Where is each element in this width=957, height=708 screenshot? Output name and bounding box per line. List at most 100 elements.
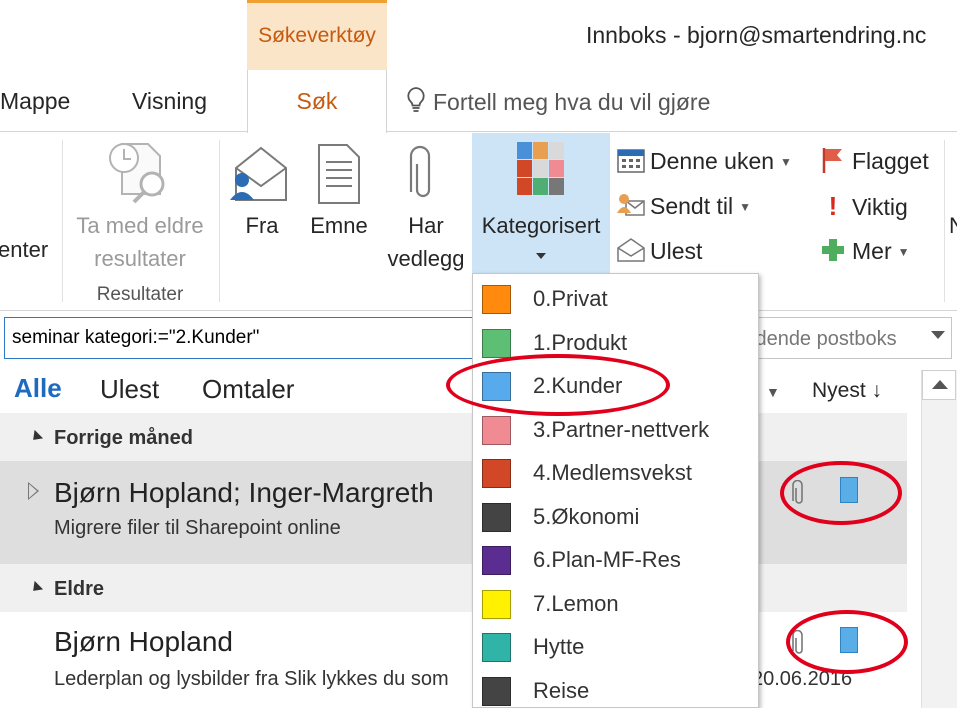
category-label: 1.Produkt <box>533 330 628 355</box>
from-button-label[interactable]: Fra <box>232 209 292 242</box>
more-label: Mer <box>852 238 892 264</box>
category-label: 3.Partner-nettverk <box>533 417 710 442</box>
category-label: 4.Medlemsvekst <box>533 460 692 485</box>
category-label: Hytte <box>533 634 585 659</box>
scroll-up-button[interactable] <box>922 370 956 400</box>
unread-label: Ulest <box>650 238 703 264</box>
from-envelope-icon <box>230 146 287 201</box>
tell-me-label: Fortell meg hva du vil gjøre <box>433 89 711 115</box>
collapse-icon[interactable] <box>28 429 44 445</box>
older-results-label-2[interactable]: resultater <box>68 242 212 275</box>
categorized-button[interactable]: Kategorisert <box>472 133 610 273</box>
more-button[interactable]: Mer ▼ <box>818 236 910 265</box>
subject-document-icon <box>318 144 360 204</box>
annotation-ring <box>446 354 670 416</box>
mail-subject: Lederplan og lysbilder fra Slik lykkes d… <box>54 668 449 690</box>
older-results-label-1[interactable]: Ta med eldre <box>68 209 212 242</box>
ribbon-separator <box>62 140 63 302</box>
chevron-down-icon: ▼ <box>780 155 792 169</box>
category-item-hytte[interactable]: Hytte <box>473 626 758 669</box>
category-item-lemon[interactable]: 7.Lemon <box>473 583 758 626</box>
sort-order[interactable]: Nyest ↓ <box>812 379 882 403</box>
search-tools-contextual-tab[interactable]: Søkeverktøy <box>247 0 387 70</box>
category-color-swatch <box>482 459 511 488</box>
chevron-down-icon: ▼ <box>897 245 910 259</box>
category-item-okonomi[interactable]: 5.Økonomi <box>473 496 758 539</box>
chevron-down-icon <box>931 331 945 339</box>
flagged-label: Flagget <box>852 148 929 174</box>
flag-icon <box>822 148 842 173</box>
expand-conversation-icon[interactable] <box>28 482 39 500</box>
mail-sender: Bjørn Hopland; Inger-Margreth <box>54 477 434 508</box>
chevron-down-icon[interactable]: ▼ <box>766 384 780 400</box>
mail-item[interactable]: Bjørn Hopland; Inger-Margreth Migrere fi… <box>0 461 907 564</box>
category-grid-icon <box>517 142 564 195</box>
envelope-icon <box>617 238 645 262</box>
this-week-button[interactable]: Denne uken ▼ <box>616 146 792 175</box>
group-header-older[interactable]: Eldre <box>0 564 907 612</box>
sent-to-icon <box>617 194 645 216</box>
search-scope-label: ldende postboks <box>751 328 897 350</box>
ribbon-cut-label[interactable]: enter <box>0 233 48 266</box>
group-header-last-month[interactable]: Forrige måned <box>0 413 907 461</box>
category-color-swatch <box>482 285 511 314</box>
sent-to-button[interactable]: Sendt til ▼ <box>616 191 751 220</box>
ribbon-separator <box>219 140 220 302</box>
category-item-partner-nettverk[interactable]: 3.Partner-nettverk <box>473 409 758 452</box>
this-week-label: Denne uken <box>650 148 775 174</box>
mail-item[interactable]: Bjørn Hopland Lederplan og lysbilder fra… <box>0 612 907 708</box>
category-color-swatch <box>482 546 511 575</box>
subject-button-label[interactable]: Emne <box>300 209 378 242</box>
category-item-medlemsvekst[interactable]: 4.Medlemsvekst <box>473 452 758 495</box>
filter-all[interactable]: Alle <box>14 373 62 404</box>
category-color-swatch <box>482 416 511 445</box>
category-color-swatch <box>482 590 511 619</box>
category-dropdown-menu: 0.Privat 1.Produkt 2.Kunder 3.Partner-ne… <box>472 273 759 708</box>
tab-visning[interactable]: Visning <box>132 88 207 115</box>
categorized-button-label: Kategorisert <box>481 213 601 238</box>
chevron-down-icon: ▼ <box>739 200 751 214</box>
category-label: 5.Økonomi <box>533 504 640 529</box>
flagged-button[interactable]: Flagget <box>818 146 929 175</box>
calendar-icon <box>617 149 645 173</box>
tab-mappe[interactable]: Mappe <box>0 88 70 115</box>
category-label: Reise <box>533 678 590 703</box>
annotation-ring <box>786 610 908 674</box>
search-input[interactable]: seminar kategori:="2.Kunder" <box>4 317 474 359</box>
lightbulb-icon <box>407 87 425 112</box>
category-color-swatch <box>482 503 511 532</box>
unread-button[interactable]: Ulest <box>616 236 702 265</box>
mail-sender: Bjørn Hopland <box>54 626 233 657</box>
group-header-label: Eldre <box>54 578 105 600</box>
filter-mentions[interactable]: Omtaler <box>202 374 294 405</box>
category-item-privat[interactable]: 0.Privat <box>473 278 758 321</box>
sent-to-label: Sendt til <box>650 193 734 219</box>
mail-subject: Migrere filer til Sharepoint online <box>54 517 341 539</box>
older-results-icon <box>109 143 165 204</box>
attachment-button-label-2[interactable]: vedlegg <box>376 242 476 275</box>
ribbon-cut-right[interactable]: N <box>949 209 957 242</box>
category-color-swatch <box>482 329 511 358</box>
category-color-swatch <box>482 677 511 706</box>
scrollbar[interactable] <box>921 370 957 708</box>
category-label: 6.Plan-MF-Res <box>533 547 681 572</box>
exclamation-icon: ! <box>828 191 838 221</box>
tell-me-search[interactable]: Fortell meg hva du vil gjøre <box>405 86 710 116</box>
category-label: 7.Lemon <box>533 591 619 616</box>
category-color-swatch <box>482 633 511 662</box>
important-label: Viktig <box>852 194 908 220</box>
collapse-icon[interactable] <box>28 580 44 596</box>
category-item-plan-mf-res[interactable]: 6.Plan-MF-Res <box>473 539 758 582</box>
category-item-reise[interactable]: Reise <box>473 670 758 708</box>
ribbon-separator <box>944 140 945 302</box>
annotation-ring <box>780 461 902 525</box>
chevron-down-icon <box>536 253 546 259</box>
paperclip-icon <box>409 145 431 198</box>
attachment-button-label-1[interactable]: Har <box>376 209 476 242</box>
outlook-window: Søkeverktøy Innboks - bjorn@smartendring… <box>0 0 957 708</box>
important-button[interactable]: ! Viktig <box>818 191 908 221</box>
group-label-resultater: Resultater <box>96 284 184 305</box>
tab-sok[interactable]: Søk <box>247 70 387 133</box>
category-label: 0.Privat <box>533 286 608 311</box>
filter-unread[interactable]: Ulest <box>100 374 159 405</box>
